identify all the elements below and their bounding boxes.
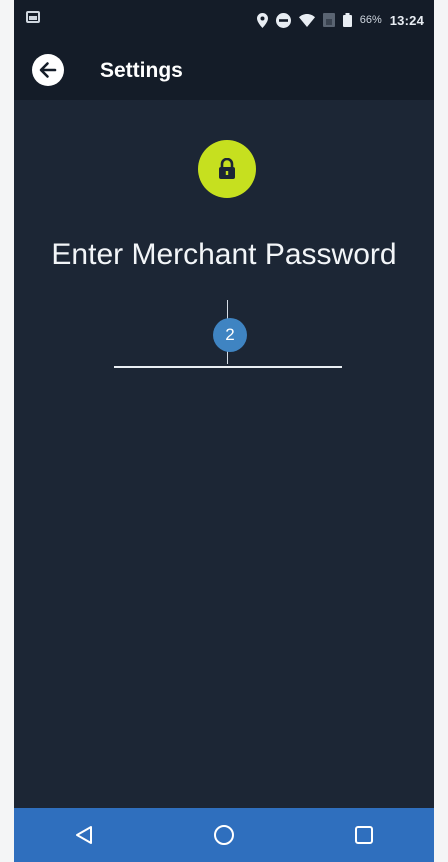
battery-percent: 66% bbox=[359, 14, 382, 26]
lock-badge bbox=[198, 140, 256, 198]
recents-nav-icon bbox=[354, 825, 374, 845]
status-time: 13:24 bbox=[389, 12, 424, 28]
password-prompt-title: Enter Merchant Password bbox=[51, 238, 397, 271]
input-underline bbox=[114, 366, 342, 368]
do-not-disturb-icon bbox=[275, 12, 291, 28]
back-nav-icon bbox=[75, 825, 93, 845]
status-bar: 66% 13:24 bbox=[14, 0, 434, 40]
nav-home-button[interactable] bbox=[194, 815, 254, 855]
app-header: Settings bbox=[14, 40, 434, 100]
nav-recents-button[interactable] bbox=[334, 815, 394, 855]
home-nav-icon bbox=[213, 824, 235, 846]
back-arrow-icon bbox=[39, 61, 57, 79]
system-nav-bar bbox=[14, 808, 434, 862]
battery-icon bbox=[342, 13, 352, 27]
status-icons: 66% 13:24 bbox=[256, 0, 434, 40]
nav-back-button[interactable] bbox=[54, 815, 114, 855]
page-title: Settings bbox=[100, 59, 183, 82]
image-notification-icon bbox=[26, 11, 40, 23]
lock-icon bbox=[218, 158, 236, 180]
wifi-icon bbox=[298, 13, 315, 27]
device-screen: 66% 13:24 Settings Enter Merchant Passwo… bbox=[14, 0, 434, 862]
back-button[interactable] bbox=[32, 54, 64, 86]
step-number-badge: 2 bbox=[213, 318, 247, 352]
location-icon bbox=[256, 12, 268, 28]
signal-icon bbox=[322, 13, 335, 27]
